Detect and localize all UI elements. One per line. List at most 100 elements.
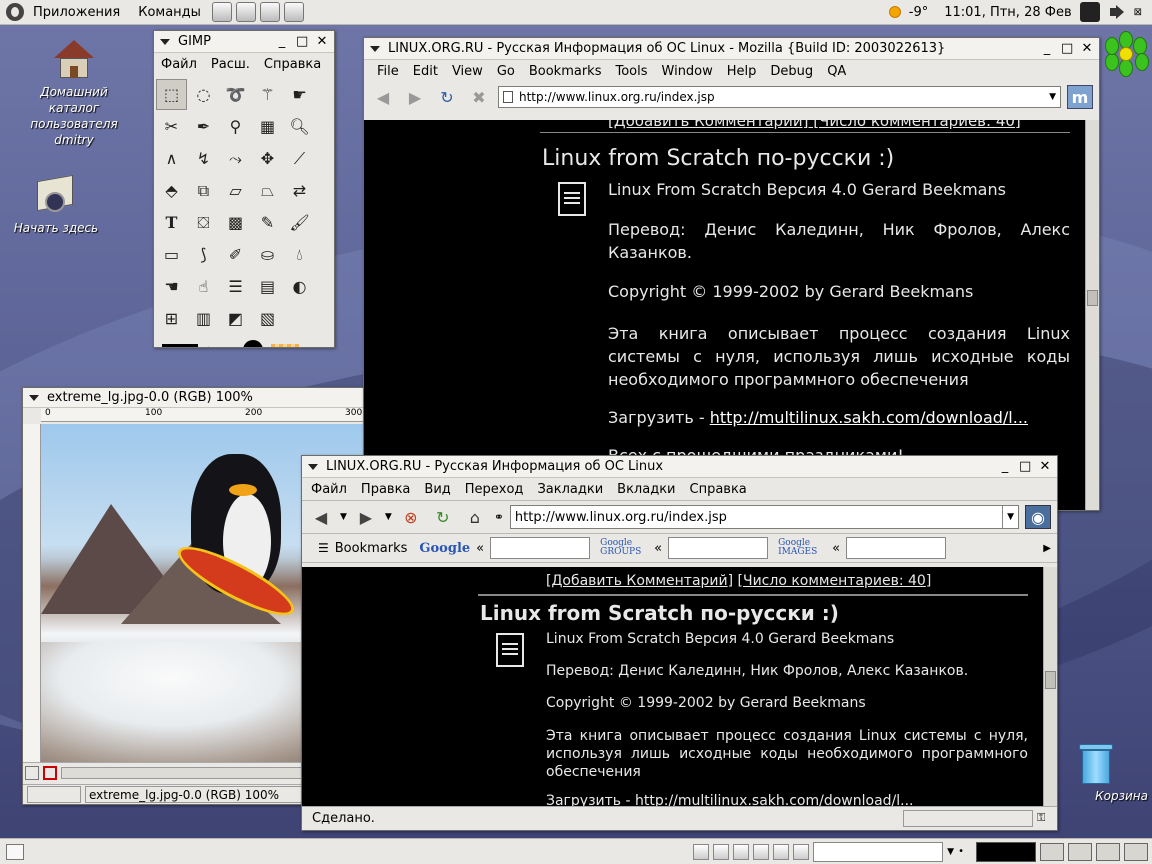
url-input[interactable]: http://www.linux.org.ru/index.jsp ▼ — [509, 505, 1019, 529]
stop-icon[interactable]: ✖ — [466, 85, 492, 109]
menu-help[interactable]: Help — [720, 64, 764, 79]
comment-count-link[interactable]: Число комментариев: 40 — [743, 573, 926, 589]
back-arrow-icon[interactable]: ◀ — [308, 505, 334, 529]
google-groups-input[interactable] — [668, 537, 769, 559]
url-input[interactable]: http://www.linux.org.ru/index.jsp ▼ — [498, 86, 1061, 108]
launcher-editor-icon[interactable] — [211, 2, 232, 22]
maximize-icon[interactable]: □ — [1019, 459, 1031, 474]
zoom-icon[interactable]: 🔍︎ — [284, 111, 315, 142]
google-groups-logo[interactable]: Google GROUPS — [600, 539, 648, 557]
gradient-map-icon[interactable]: ▧ — [252, 303, 283, 334]
close-icon[interactable]: ✕ — [316, 34, 328, 49]
url-dropdown-icon[interactable]: ▼ — [1045, 92, 1060, 102]
old-scrollbar[interactable] — [1085, 120, 1099, 510]
move-icon[interactable]: ✥ — [252, 143, 283, 174]
close-icon[interactable]: ✕ — [1039, 459, 1051, 474]
forward-arrow-icon[interactable]: ▶ — [402, 85, 428, 109]
minimize-icon[interactable]: _ — [1041, 41, 1053, 56]
url-dropdown-icon[interactable]: ▼ — [1002, 506, 1018, 528]
maximize-icon[interactable]: □ — [1061, 41, 1073, 56]
back-dropdown-icon[interactable]: ▼ — [340, 512, 347, 522]
transform-icon[interactable]: ⬘ — [156, 175, 187, 206]
text-icon[interactable]: T — [156, 207, 187, 238]
gimp-menu-xtns[interactable]: Расш. — [204, 57, 257, 72]
menu-window[interactable]: Window — [655, 64, 720, 79]
magic-wand-icon[interactable]: ⚚ — [252, 79, 283, 110]
tray-gimp-icon[interactable] — [733, 843, 750, 860]
volume-speaker-icon[interactable] — [1108, 4, 1126, 20]
scissors-icon[interactable]: ✂ — [156, 111, 187, 142]
compass-icon[interactable]: ∧ — [156, 143, 187, 174]
measure-icon[interactable]: ▦ — [252, 111, 283, 142]
menu-view[interactable]: View — [445, 64, 490, 79]
google-search-arrow[interactable]: « — [476, 541, 484, 556]
quick-mask-icon[interactable] — [25, 765, 39, 780]
add-comment-link[interactable]: Добавить Комментарий — [551, 573, 727, 589]
home-icon[interactable]: ⌂ — [462, 505, 488, 529]
bookmarks-label[interactable]: Bookmarks — [335, 541, 408, 556]
gimp-menu-help[interactable]: Справка — [257, 57, 328, 72]
color-select-icon[interactable]: ☛ — [284, 79, 315, 110]
menu-help[interactable]: Справка — [683, 482, 754, 497]
google-groups-arrow[interactable]: « — [654, 541, 662, 556]
reload-icon[interactable]: ↻ — [434, 85, 460, 109]
gimp-menu-file[interactable]: Файл — [154, 57, 204, 72]
command-run-icon[interactable]: • — [958, 846, 964, 857]
google-search-input[interactable] — [490, 537, 591, 559]
forward-dropdown-icon[interactable]: ▼ — [385, 512, 392, 522]
bucket-fill-icon[interactable]: ⛋ — [188, 207, 219, 238]
launcher-notes-icon[interactable] — [283, 2, 304, 22]
clock[interactable]: 11:01, Птн, 28 Фев — [944, 5, 1071, 20]
stop-icon[interactable]: ⊗ — [398, 505, 424, 529]
tray-edit-icon[interactable] — [773, 843, 790, 860]
swap-colors-icon[interactable]: ⇆ — [206, 344, 215, 348]
avatar[interactable] — [1079, 2, 1100, 22]
mozilla-new-titlebar[interactable]: LINUX.ORG.RU - Русская Информация об ОС … — [302, 456, 1057, 478]
crop-knife-icon[interactable]: ⟋ — [284, 143, 315, 174]
menu-file[interactable]: Файл — [304, 482, 354, 497]
perspective-icon[interactable]: ⏢ — [252, 175, 283, 206]
tray-printer-icon[interactable] — [753, 843, 770, 860]
toolbar-overflow-arrow[interactable]: ▶ — [1043, 543, 1057, 554]
menu-tabs[interactable]: Вкладки — [610, 482, 682, 497]
shear-icon[interactable]: ▱ — [220, 175, 251, 206]
blur-icon[interactable]: 💧︎ — [284, 239, 315, 270]
tray-image-icon[interactable] — [793, 843, 810, 860]
hist-icon[interactable]: ⊞ — [156, 303, 187, 334]
old-download-link[interactable]: http://multilinux.sakh.com/download/l... — [710, 408, 1028, 427]
dodge-burn-icon[interactable]: ☝ — [188, 271, 219, 302]
menu-bookmarks[interactable]: Bookmarks — [522, 64, 609, 79]
levels-icon[interactable]: ☰ — [220, 271, 251, 302]
forward-arrow-icon[interactable]: ▶ — [353, 505, 379, 529]
airbrush-icon[interactable]: ⟆ — [188, 239, 219, 270]
curves-icon[interactable]: ▥ — [188, 303, 219, 334]
window-menu-icon[interactable] — [308, 463, 318, 470]
mozilla-logo-icon[interactable]: m — [1067, 85, 1093, 109]
mozilla-old-titlebar[interactable]: LINUX.ORG.RU - Русская Информация об ОС … — [364, 38, 1099, 60]
image-menu-icon[interactable] — [29, 394, 39, 401]
curve-icon[interactable]: ↯ — [188, 143, 219, 174]
google-images-arrow[interactable]: « — [832, 541, 840, 556]
window-menu-icon[interactable] — [370, 45, 380, 52]
menu-debug[interactable]: Debug — [763, 64, 820, 79]
command-entry[interactable] — [813, 841, 944, 862]
rect-select-icon[interactable]: ⬚ — [156, 79, 187, 110]
menu-view[interactable]: Вид — [417, 482, 457, 497]
menu-qa[interactable]: QA — [820, 64, 853, 79]
blend-icon[interactable]: ▩ — [220, 207, 251, 238]
icq-flower-icon[interactable] — [1103, 31, 1149, 77]
lasso-icon[interactable]: ➰ — [220, 79, 251, 110]
scale-icon[interactable]: ⧉ — [188, 175, 219, 206]
menu-go[interactable]: Переход — [458, 482, 531, 497]
menu-file[interactable]: File — [370, 64, 406, 79]
threshold-icon[interactable]: ◐ — [284, 271, 315, 302]
flip-icon[interactable]: ⇄ — [284, 175, 315, 206]
close-icon[interactable]: ✕ — [1081, 41, 1093, 56]
applications-menu[interactable]: Приложения — [24, 0, 129, 25]
launcher-terminal-icon[interactable] — [259, 2, 280, 22]
new-scrollbar[interactable] — [1043, 567, 1057, 806]
reload-icon[interactable]: ↻ — [430, 505, 456, 529]
image-titlebar[interactable]: extreme_lg.jpg-0.0 (RGB) 100% — [23, 388, 365, 408]
clone-icon[interactable]: ⛀ — [252, 239, 283, 270]
eraser-icon[interactable]: ▭ — [156, 239, 187, 270]
